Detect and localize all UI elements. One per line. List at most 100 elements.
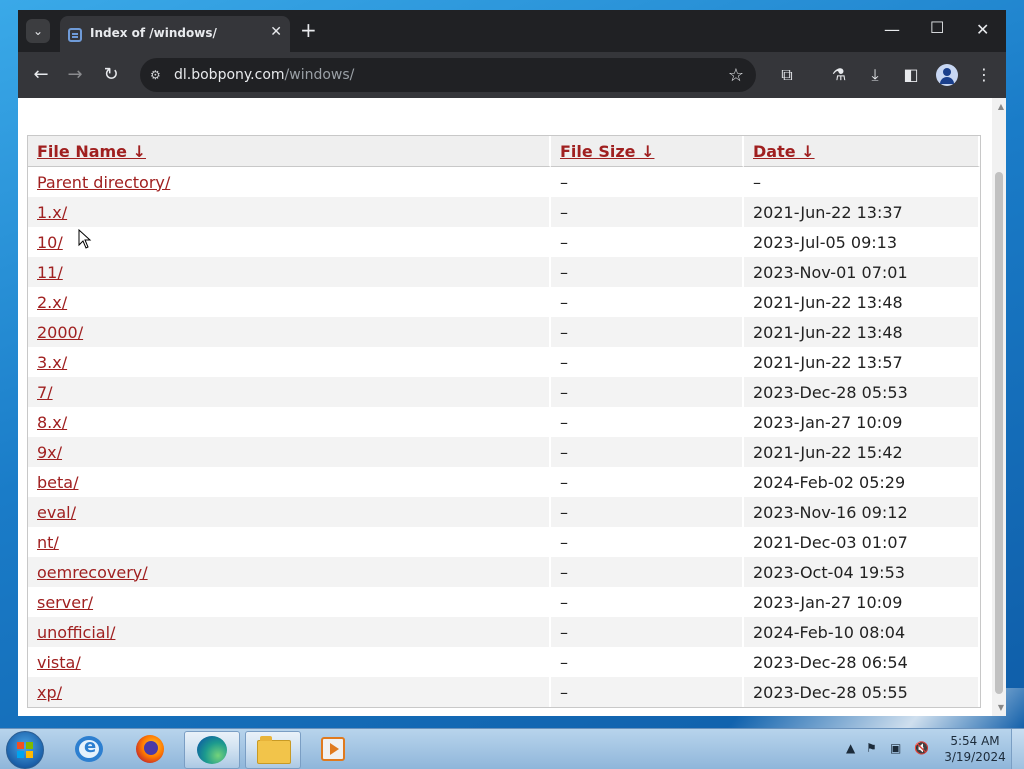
date-cell: 2023-Dec-28 05:55 [744, 677, 980, 707]
date-cell: – [744, 167, 980, 197]
menu-kebab-icon[interactable]: ⋮ [973, 65, 995, 84]
vertical-scrollbar[interactable]: ▲ ▼ [992, 98, 1006, 716]
side-panel-icon[interactable]: ◧ [900, 65, 922, 84]
file-link[interactable]: unofficial/ [37, 623, 115, 642]
file-name-cell: 2.x/ [28, 287, 551, 317]
file-name-cell: unofficial/ [28, 617, 551, 647]
file-link[interactable]: eval/ [37, 503, 76, 522]
file-link[interactable]: vista/ [37, 653, 81, 672]
taskbar-media-player[interactable] [306, 731, 360, 767]
file-link[interactable]: 1.x/ [37, 203, 67, 222]
file-link[interactable]: 2000/ [37, 323, 83, 342]
file-link[interactable]: oemrecovery/ [37, 563, 148, 582]
file-link[interactable]: nt/ [37, 533, 59, 552]
file-size-cell: – [551, 587, 744, 617]
sort-date-link[interactable]: Date ↓ [753, 142, 815, 161]
taskbar-firefox[interactable] [123, 731, 177, 767]
show-hidden-icons-icon[interactable]: ▲ [846, 741, 855, 755]
system-clock[interactable]: 5:54 AM 3/19/2024 [940, 733, 1010, 765]
file-link[interactable]: 11/ [37, 263, 63, 282]
taskbar-edge[interactable] [184, 731, 240, 769]
scroll-up-arrow-icon[interactable]: ▲ [998, 102, 1004, 111]
close-window-icon[interactable]: ✕ [976, 20, 989, 39]
table-row: beta/ –2024-Feb-02 05:29 [28, 467, 980, 497]
sort-file-size-link[interactable]: File Size ↓ [560, 142, 654, 161]
file-name-cell: 1.x/ [28, 197, 551, 227]
new-tab-button[interactable]: + [300, 20, 317, 40]
date-cell: 2024-Feb-10 08:04 [744, 617, 980, 647]
table-row: eval/ –2023-Nov-16 09:12 [28, 497, 980, 527]
file-link[interactable]: Parent directory/ [37, 173, 170, 192]
site-info-icon[interactable]: ⚙ [150, 68, 164, 82]
file-name-cell: 2000/ [28, 317, 551, 347]
file-name-cell: beta/ [28, 467, 551, 497]
file-link[interactable]: 3.x/ [37, 353, 67, 372]
file-size-cell: – [551, 527, 744, 557]
media-player-icon [321, 737, 345, 761]
sort-file-name-link[interactable]: File Name ↓ [37, 142, 146, 161]
file-size-cell: – [551, 167, 744, 197]
file-link[interactable]: 9x/ [37, 443, 62, 462]
date-cell: 2023-Oct-04 19:53 [744, 557, 980, 587]
date-cell: 2023-Dec-28 06:54 [744, 647, 980, 677]
back-button[interactable]: ← [30, 64, 52, 86]
reload-button[interactable]: ↻ [100, 64, 122, 86]
table-row: 2.x/ –2021-Jun-22 13:48 [28, 287, 980, 317]
action-center-flag-icon[interactable]: ⚑ [866, 741, 877, 755]
file-size-cell: – [551, 347, 744, 377]
taskbar-file-explorer[interactable] [245, 731, 301, 769]
file-link[interactable]: 2.x/ [37, 293, 67, 312]
file-name-cell: 3.x/ [28, 347, 551, 377]
start-button[interactable] [6, 731, 44, 769]
minimize-icon[interactable]: — [884, 20, 900, 39]
date-cell: 2023-Jul-05 09:13 [744, 227, 980, 257]
file-name-cell: 11/ [28, 257, 551, 287]
bookmark-star-icon[interactable]: ☆ [728, 65, 744, 86]
table-row: unofficial/ –2024-Feb-10 08:04 [28, 617, 980, 647]
file-name-cell: Parent directory/ [28, 167, 551, 197]
table-row: 9x/ –2021-Jun-22 15:42 [28, 437, 980, 467]
show-desktop-button[interactable] [1011, 729, 1024, 769]
folder-icon [257, 736, 291, 764]
file-link[interactable]: xp/ [37, 683, 62, 702]
edge-icon [197, 736, 227, 764]
tab-search-button[interactable]: ⌄ [26, 19, 50, 43]
address-url[interactable]: dl.bobpony.com/windows/ [174, 67, 354, 83]
file-link[interactable]: 8.x/ [37, 413, 67, 432]
maximize-icon[interactable]: ☐ [930, 18, 944, 37]
scroll-down-arrow-icon[interactable]: ▼ [998, 703, 1004, 712]
clock-date: 3/19/2024 [944, 750, 1006, 764]
network-icon[interactable]: ▣ [890, 741, 901, 755]
downloads-icon[interactable]: ⤓ [864, 65, 886, 85]
date-cell: 2021-Jun-22 15:42 [744, 437, 980, 467]
date-cell: 2021-Dec-03 01:07 [744, 527, 980, 557]
file-link[interactable]: beta/ [37, 473, 78, 492]
file-name-cell: 10/ [28, 227, 551, 257]
volume-muted-icon[interactable]: 🔇 [914, 741, 929, 755]
table-row: 2000/ –2021-Jun-22 13:48 [28, 317, 980, 347]
address-bar[interactable]: ⚙ dl.bobpony.com/windows/ ☆ [140, 58, 756, 92]
internet-explorer-icon [75, 736, 103, 762]
forward-button[interactable]: → [64, 64, 86, 86]
file-link[interactable]: 7/ [37, 383, 53, 402]
file-name-cell: 8.x/ [28, 407, 551, 437]
header-file-size: File Size ↓ [551, 136, 744, 167]
taskbar: ▲ ⚑ ▣ 🔇 5:54 AM 3/19/2024 [0, 728, 1024, 769]
file-size-cell: – [551, 677, 744, 707]
tab-close-icon[interactable]: ✕ [270, 24, 282, 40]
file-size-cell: – [551, 437, 744, 467]
file-size-cell: – [551, 617, 744, 647]
table-row: 3.x/ –2021-Jun-22 13:57 [28, 347, 980, 377]
file-size-cell: – [551, 257, 744, 287]
tab-active[interactable]: Index of /windows/ ✕ [60, 16, 290, 52]
file-link[interactable]: 10/ [37, 233, 63, 252]
scrollbar-thumb[interactable] [995, 172, 1003, 694]
date-cell: 2023-Nov-01 07:01 [744, 257, 980, 287]
file-link[interactable]: server/ [37, 593, 93, 612]
labs-flask-icon[interactable]: ⚗ [828, 65, 850, 84]
profile-avatar[interactable] [936, 64, 958, 86]
file-name-cell: vista/ [28, 647, 551, 677]
taskbar-internet-explorer[interactable] [62, 731, 116, 767]
file-size-cell: – [551, 497, 744, 527]
extensions-icon[interactable]: ⧉ [776, 65, 798, 85]
